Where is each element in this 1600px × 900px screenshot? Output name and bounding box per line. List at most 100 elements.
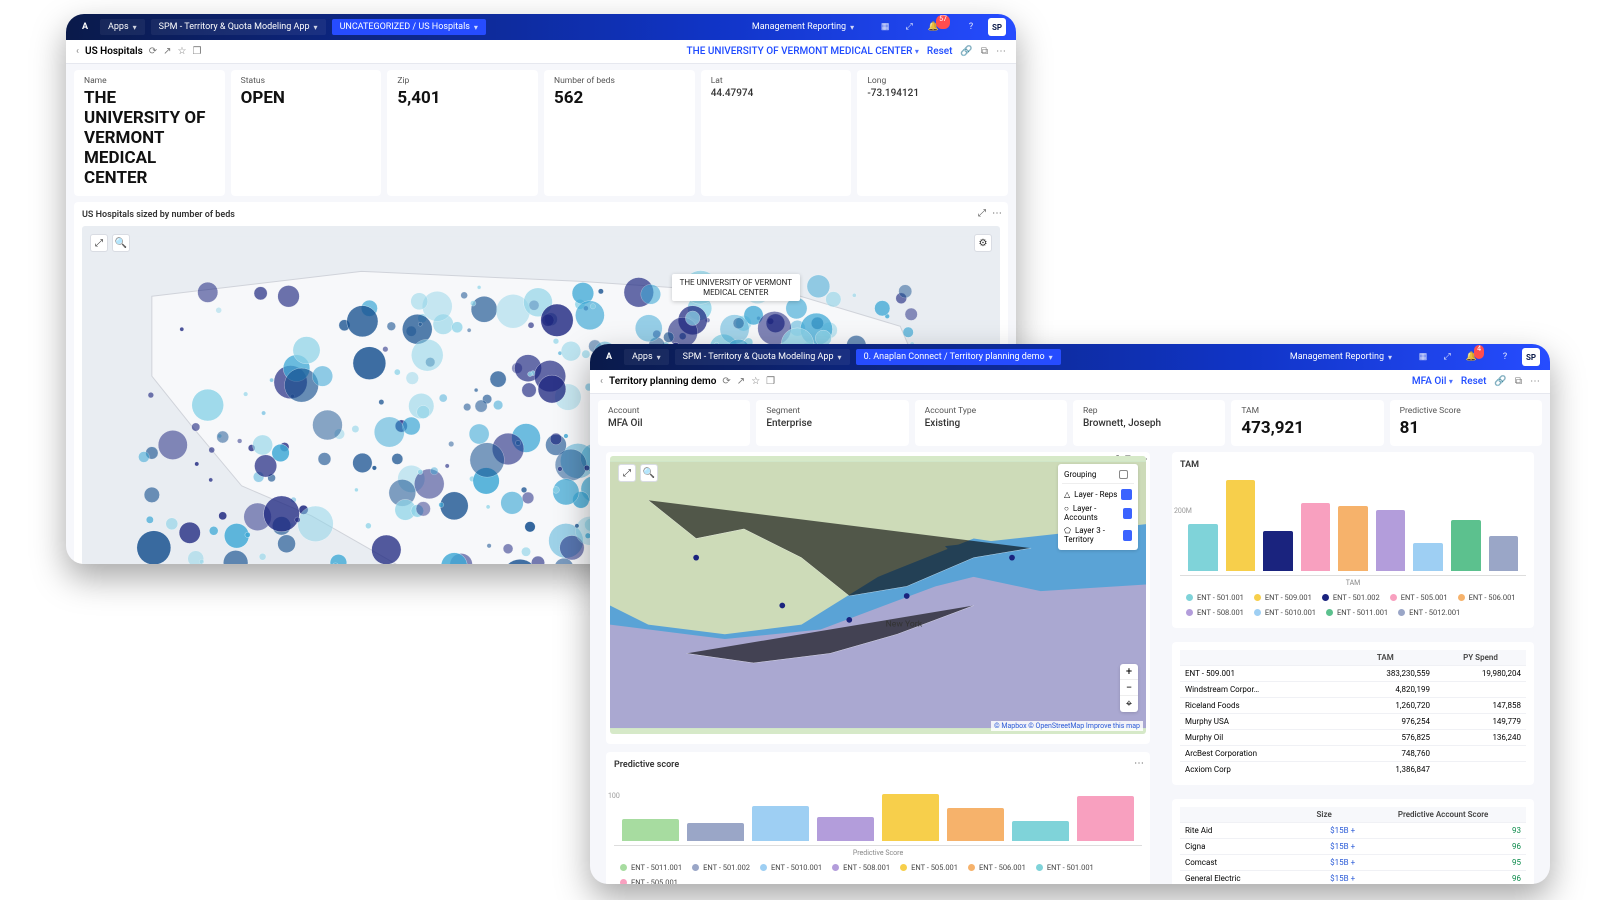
link-icon[interactable]: 🔗 <box>1494 376 1506 387</box>
legend-item[interactable]: ENT - 5010.001 <box>1254 608 1316 617</box>
legend-item[interactable]: ENT - 506.001 <box>1458 593 1516 602</box>
territory-map[interactable]: ⤢ 🔍 New York <box>610 456 1146 734</box>
copy-icon[interactable]: ⧉ <box>1515 376 1522 387</box>
zoom-in-button[interactable]: + <box>1120 664 1138 680</box>
col-header[interactable]: PY Spend <box>1435 650 1526 666</box>
star-icon[interactable]: ☆ <box>178 46 187 57</box>
new-window-icon[interactable]: ❐ <box>766 376 775 387</box>
col-header[interactable] <box>1180 807 1288 823</box>
bar[interactable] <box>1226 480 1256 571</box>
col-header[interactable]: TAM <box>1336 650 1435 666</box>
avatar[interactable]: SP <box>1522 348 1540 366</box>
legend-row[interactable]: ○Layer - Accounts <box>1062 502 1134 524</box>
management-reporting-menu[interactable]: Management Reporting▾ <box>744 19 862 35</box>
table-row[interactable]: General Electric$15B +96 <box>1180 871 1526 885</box>
bar[interactable] <box>1301 503 1331 571</box>
share-icon[interactable]: ↗ <box>163 46 171 57</box>
copy-icon[interactable]: ⧉ <box>981 46 988 57</box>
notifications-button[interactable]: 🔔4 <box>1464 350 1488 364</box>
logo-icon[interactable]: A <box>600 348 618 366</box>
bar[interactable] <box>1451 520 1481 571</box>
gear-icon[interactable]: ⚙ <box>974 234 992 252</box>
search-icon[interactable]: 🔍 <box>112 234 130 252</box>
selector-dropdown[interactable]: MFA Oil ▾ <box>1412 376 1453 387</box>
legend-item[interactable]: ENT - 505.001 <box>1390 593 1448 602</box>
toggle[interactable] <box>1123 530 1132 541</box>
toggle[interactable] <box>1121 489 1132 500</box>
logo-icon[interactable]: A <box>76 18 94 36</box>
link-icon[interactable]: 🔗 <box>960 46 972 57</box>
legend-item[interactable]: ENT - 508.001 <box>1186 608 1244 617</box>
bar[interactable] <box>947 808 1004 841</box>
help-icon[interactable]: ? <box>964 20 978 34</box>
expand-icon[interactable]: ⤢ <box>978 208 986 219</box>
app-title-button[interactable]: SPM - Territory & Quota Modeling App▾ <box>151 19 326 35</box>
zoom-out-button[interactable]: − <box>1120 680 1138 696</box>
notifications-button[interactable]: 🔔57 <box>926 20 954 34</box>
legend-item[interactable]: ENT - 501.001 <box>1036 863 1094 872</box>
bar[interactable] <box>1077 796 1134 841</box>
back-button[interactable]: ‹ <box>76 46 79 57</box>
share-icon[interactable]: ↗ <box>737 376 745 387</box>
legend-item[interactable]: ENT - 506.001 <box>968 863 1026 872</box>
bar[interactable] <box>1263 531 1293 571</box>
bar[interactable] <box>1012 821 1069 841</box>
bar[interactable] <box>1413 543 1443 571</box>
bar[interactable] <box>687 823 744 841</box>
bar[interactable] <box>817 817 874 841</box>
more-icon[interactable]: ⋯ <box>996 46 1006 57</box>
legend-item[interactable]: ENT - 5010.001 <box>760 863 822 872</box>
table-row[interactable]: Riceland Foods1,260,720147,858 <box>1180 698 1526 714</box>
refresh-icon[interactable]: ⟳ <box>722 376 730 387</box>
avatar[interactable]: SP <box>988 18 1006 36</box>
help-icon[interactable]: ? <box>1498 350 1512 364</box>
legend-row[interactable]: △Layer - Reps <box>1062 487 1134 502</box>
back-button[interactable]: ‹ <box>600 376 603 387</box>
legend-row[interactable]: ⬠Layer 3 - Territory <box>1062 524 1134 546</box>
legend-item[interactable]: ENT - 501.002 <box>692 863 750 872</box>
reset-button[interactable]: Reset <box>1461 376 1486 387</box>
toggle[interactable] <box>1123 508 1132 519</box>
bar[interactable] <box>1188 524 1218 571</box>
apps-menu[interactable]: Apps▾ <box>624 349 669 365</box>
table-row[interactable]: ENT - 509.001383,230,55919,980,204 <box>1180 666 1526 682</box>
bar[interactable] <box>752 806 809 841</box>
bar[interactable] <box>1489 536 1519 571</box>
fullscreen-icon[interactable]: ⤢ <box>90 234 108 252</box>
col-header[interactable]: Predictive Account Score <box>1360 807 1526 823</box>
selector-dropdown[interactable]: THE UNIVERSITY OF VERMONT MEDICAL CENTER… <box>687 46 919 57</box>
more-icon[interactable]: ⋯ <box>1530 376 1540 387</box>
management-reporting-menu[interactable]: Management Reporting▾ <box>1282 349 1400 365</box>
apps-menu[interactable]: Apps▾ <box>100 19 145 35</box>
expand-icon[interactable]: ⤢ <box>902 20 916 34</box>
col-header[interactable]: Size <box>1288 807 1360 823</box>
breadcrumb-button[interactable]: UNCATEGORIZED / US Hospitals▾ <box>332 19 486 35</box>
legend-item[interactable]: ENT - 509.001 <box>1254 593 1312 602</box>
more-icon[interactable]: ⋯ <box>992 208 1002 219</box>
fullscreen-icon[interactable]: ⤢ <box>618 464 636 482</box>
bar[interactable] <box>882 794 939 841</box>
table-row[interactable]: Comcast$15B +95 <box>1180 855 1526 871</box>
legend-item[interactable]: ENT - 505.001 <box>900 863 958 872</box>
new-window-icon[interactable]: ❐ <box>193 46 202 57</box>
locate-button[interactable]: ⌖ <box>1120 696 1138 712</box>
legend-item[interactable]: ENT - 5011.001 <box>620 863 682 872</box>
search-icon[interactable]: 🔍 <box>640 464 658 482</box>
bar[interactable] <box>1376 510 1406 571</box>
table-row[interactable]: Cigna$15B +96 <box>1180 839 1526 855</box>
legend-item[interactable]: ENT - 501.002 <box>1322 593 1380 602</box>
legend-item[interactable]: ENT - 501.001 <box>1186 593 1244 602</box>
breadcrumb-button[interactable]: 0. Anaplan Connect / Territory planning … <box>856 349 1061 365</box>
table-row[interactable]: Rite Aid$15B +93 <box>1180 823 1526 839</box>
table-row[interactable]: ArcBest Corporation748,760 <box>1180 746 1526 762</box>
table-row[interactable]: Windstream Corpor…4,820,199 <box>1180 682 1526 698</box>
expand-icon[interactable]: ⤢ <box>1440 350 1454 364</box>
app-title-button[interactable]: SPM - Territory & Quota Modeling App▾ <box>675 349 850 365</box>
table-row[interactable]: Murphy USA976,254149,779 <box>1180 714 1526 730</box>
legend-item[interactable]: ENT - 5011.001 <box>1326 608 1388 617</box>
legend-item[interactable]: ENT - 5012.001 <box>1398 608 1460 617</box>
legend-item[interactable]: ENT - 505.001 <box>620 878 678 884</box>
reset-button[interactable]: Reset <box>927 46 952 57</box>
grid-icon[interactable]: ▦ <box>1416 350 1430 364</box>
star-icon[interactable]: ☆ <box>751 376 760 387</box>
